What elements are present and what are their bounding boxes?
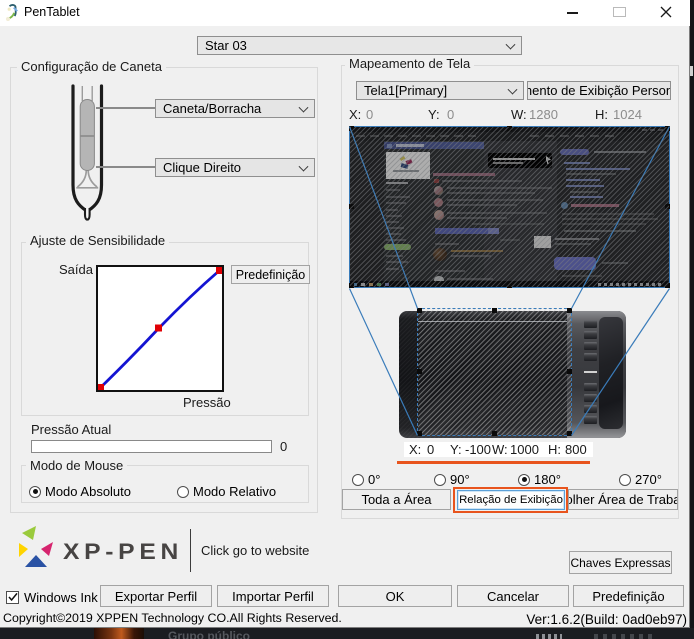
default-button[interactable]: Predefinição	[573, 585, 684, 607]
copyright-text: Copyright©2019 XPPEN Technology CO.All R…	[3, 611, 342, 625]
radio-circle-icon	[518, 474, 530, 486]
relative-mode-radio[interactable]: Modo Relativo	[177, 484, 276, 499]
rotation-90-label: 90°	[450, 472, 470, 487]
background-scroll-speck	[690, 66, 693, 76]
screen-h-label: H:	[595, 107, 608, 122]
radio-circle-icon	[352, 474, 364, 486]
tablet-w-value: 1000	[510, 442, 539, 457]
curve-y-axis-label: Saída	[59, 262, 93, 277]
export-profile-button[interactable]: Exportar Perfil	[100, 585, 212, 607]
background-thumbnail-image	[94, 628, 144, 639]
screen-w-label: W:	[511, 107, 527, 122]
rotation-0-radio[interactable]: 0°	[352, 472, 380, 487]
express-keys-button[interactable]: Chaves Expressas	[569, 551, 672, 574]
profile-combobox-value: Star 03	[205, 38, 247, 53]
check-icon	[7, 591, 19, 603]
pentablet-window: PenTablet Star 03 Configuração de Caneta	[0, 0, 690, 628]
profile-combobox[interactable]: Star 03	[197, 36, 522, 55]
chevron-down-icon	[508, 84, 518, 94]
absolute-mode-label: Modo Absoluto	[45, 484, 131, 499]
screen-h-value: 1024	[613, 107, 642, 122]
pen-lower-button-line	[96, 166, 155, 168]
rotation-270-label: 270°	[635, 472, 662, 487]
tablet-x-value: 0	[427, 442, 434, 457]
import-profile-button[interactable]: Importar Perfil	[217, 585, 329, 607]
ok-button[interactable]: OK	[338, 585, 452, 607]
website-link-label[interactable]: Click go to website	[201, 543, 309, 558]
chevron-down-icon	[299, 102, 309, 112]
chevron-down-icon	[299, 161, 309, 171]
window-title: PenTablet	[24, 5, 80, 19]
absolute-mode-radio[interactable]: Modo Absoluto	[29, 484, 131, 499]
monitor-combobox[interactable]: Tela1[Primary]	[356, 81, 524, 100]
minimize-button[interactable]	[550, 0, 595, 26]
tablet-y-value: -100	[465, 442, 491, 457]
pen-tip-function-value: Caneta/Borracha	[163, 101, 261, 116]
radio-circle-icon	[177, 486, 189, 498]
sensitivity-group-title: Ajuste de Sensibilidade	[26, 233, 169, 248]
pressure-curve	[98, 267, 222, 390]
pen-tip-function-combobox[interactable]: Caneta/Borracha	[155, 99, 315, 118]
screen-y-value: 0	[447, 107, 454, 122]
pen-button-function-value: Clique Direito	[163, 160, 241, 175]
background-tray-marks-2	[594, 634, 654, 639]
screen-x-label: X:	[349, 107, 361, 122]
work-area-button[interactable]: olher Área de Traba	[568, 489, 678, 510]
xppen-logo-icon	[16, 524, 56, 570]
annotation-underline	[397, 461, 590, 464]
radio-circle-icon	[29, 486, 41, 498]
radio-circle-icon	[619, 474, 631, 486]
screenshot-content	[350, 127, 669, 287]
titlebar: PenTablet	[0, 0, 690, 26]
screen-preview[interactable]	[349, 126, 670, 288]
chevron-down-icon	[506, 39, 516, 49]
monitor-combobox-value: Tela1[Primary]	[364, 83, 447, 98]
sensitivity-preset-button[interactable]: Predefinição	[231, 265, 310, 284]
screen-x-value: 0	[366, 107, 373, 122]
display-ratio-button[interactable]: Relação de Exibição	[457, 490, 565, 510]
rotation-180-radio[interactable]: 180°	[518, 472, 561, 487]
screen-y-label: Y:	[428, 107, 440, 122]
tablet-selection[interactable]	[417, 308, 572, 436]
xppen-wordmark: XP-PEN	[63, 539, 183, 565]
tablet-h-label: H:	[548, 442, 561, 457]
app-icon	[4, 3, 20, 21]
tablet-y-label: Y:	[450, 442, 462, 457]
version-text: Ver:1.6.2(Build: 0ad0eb97)	[526, 612, 687, 627]
screen-w-value: 1280	[529, 107, 558, 122]
screen-mapping-group-title: Mapeamento de Tela	[345, 56, 474, 71]
maximize-button[interactable]	[596, 0, 641, 26]
background-tray-marks	[536, 634, 562, 639]
pressure-bar	[31, 440, 272, 453]
rotation-270-radio[interactable]: 270°	[619, 472, 662, 487]
logo-separator	[190, 529, 191, 572]
curve-x-axis-label: Pressão	[183, 395, 231, 410]
windows-ink-label: Windows Ink	[24, 590, 98, 605]
rotation-90-radio[interactable]: 90°	[434, 472, 470, 487]
pen-illustration	[60, 84, 110, 226]
custom-display-mapping-button[interactable]: nento de Exibição Person	[527, 81, 671, 100]
pen-upper-button-line	[96, 107, 155, 109]
tablet-h-value: 800	[565, 442, 587, 457]
background-group-label: Grupo público	[168, 629, 250, 639]
tablet-x-label: X:	[409, 442, 421, 457]
tablet-selection-hatch	[418, 309, 571, 435]
windows-ink-checkbox[interactable]: Windows Ink	[6, 590, 98, 605]
pressure-value: 0	[280, 439, 287, 454]
pen-config-group-title: Configuração de Caneta	[17, 59, 166, 74]
desktop: Grupo público PenTablet	[0, 0, 694, 639]
background-window-right-strip	[690, 0, 694, 639]
rotation-180-label: 180°	[534, 472, 561, 487]
radio-circle-icon	[434, 474, 446, 486]
rotation-0-label: 0°	[368, 472, 380, 487]
close-button[interactable]	[642, 0, 687, 26]
pen-button-function-combobox[interactable]: Clique Direito	[155, 158, 315, 177]
relative-mode-label: Modo Relativo	[193, 484, 276, 499]
cancel-button[interactable]: Cancelar	[457, 585, 569, 607]
current-pressure-label: Pressão Atual	[31, 422, 111, 437]
tablet-w-label: W:	[492, 442, 508, 457]
full-area-button[interactable]: Toda a Área	[342, 489, 451, 510]
mouse-mode-group-title: Modo de Mouse	[26, 458, 127, 473]
